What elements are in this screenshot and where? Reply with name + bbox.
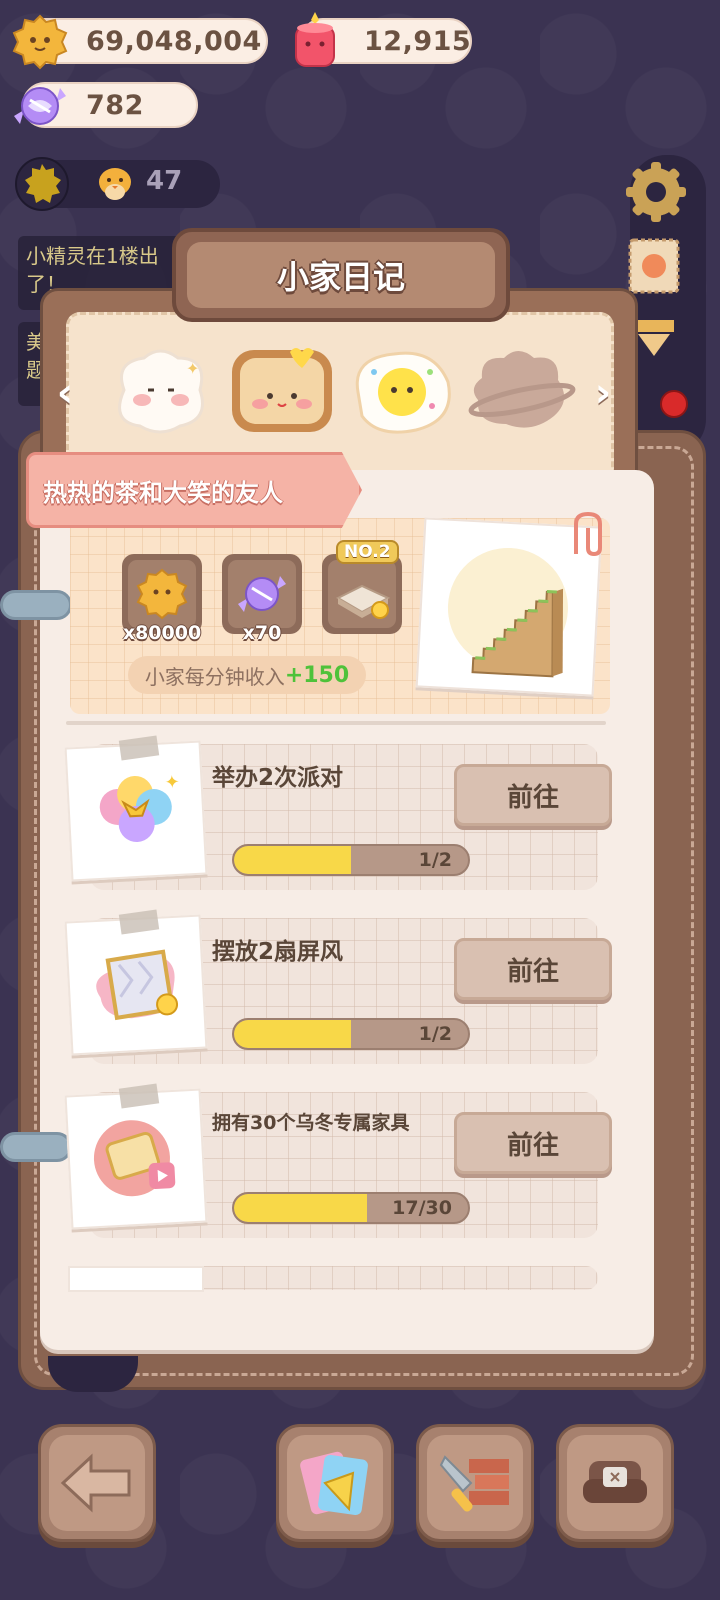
- income-label: 小家每分钟收入: [144, 664, 285, 689]
- reward-item-floor[interactable]: NO.2: [322, 540, 402, 634]
- chapter-title-ribbon: 热热的茶和大笑的友人: [26, 452, 362, 528]
- reward-slot-inner: [128, 560, 196, 628]
- speech-bubble: [48, 1356, 138, 1392]
- next-page-button[interactable]: ›: [588, 370, 618, 416]
- coin-amount: 69,048,004: [86, 25, 262, 57]
- task-progress-text: 1/2: [418, 849, 452, 871]
- sun-badge-icon: [15, 157, 69, 211]
- back-arrow-icon: [60, 1453, 131, 1513]
- reward-slot: [322, 554, 402, 634]
- task-name: 摆放2扇屏风: [212, 939, 344, 965]
- task-name: 举办2次派对: [212, 765, 344, 791]
- folding-screen-icon: [96, 949, 179, 1021]
- floor-tile-icon: [335, 584, 391, 619]
- floor-number-badge: NO.2: [336, 540, 399, 564]
- heart-amount: 12,915: [364, 25, 472, 57]
- character-locked-icon[interactable]: [462, 338, 576, 438]
- task-photo: [68, 1266, 204, 1292]
- reward-slot-inner: [228, 560, 296, 628]
- reward-slot-inner: [328, 560, 396, 628]
- task-name: 拥有30个乌冬专属家具: [212, 1112, 410, 1134]
- chapter-title: 热热的茶和大笑的友人: [43, 478, 283, 507]
- cookie-coin-icon: [12, 14, 68, 70]
- task-progress-bar: 1/2: [232, 844, 470, 876]
- prev-page-button[interactable]: ‹: [50, 370, 80, 416]
- fairy-icon: [99, 168, 131, 200]
- go-button-label: 前往: [506, 1130, 559, 1161]
- task-progress-text: 17/30: [392, 1197, 452, 1219]
- task-progress-fill: [234, 1020, 351, 1048]
- gear-icon[interactable]: [622, 158, 690, 226]
- chevron-right-icon: ›: [594, 370, 612, 416]
- candy-icon: [238, 576, 286, 612]
- back-button-inner: [49, 1435, 145, 1531]
- task-photo: [64, 1088, 208, 1230]
- build-button[interactable]: [416, 1424, 534, 1542]
- album-button-inner: [287, 1435, 383, 1531]
- back-button[interactable]: [38, 1424, 156, 1542]
- reward-quantity: x80000: [122, 622, 202, 644]
- task-progress-fill: [234, 1194, 367, 1222]
- character-fried-egg-icon[interactable]: [344, 342, 458, 438]
- task-progress-fill: [234, 846, 351, 874]
- stamp-icon[interactable]: [626, 236, 682, 296]
- build-tools-icon: [439, 1455, 509, 1512]
- candy-icon: [14, 87, 66, 125]
- binder-ring: [0, 590, 72, 620]
- income-bonus-pill: 小家每分钟收入 +150: [128, 656, 366, 694]
- diary-page-bottom: [40, 1292, 654, 1322]
- photo-cards-icon: [300, 1451, 368, 1516]
- candle-jar-icon: [295, 12, 335, 67]
- go-button[interactable]: 前往: [454, 1112, 612, 1174]
- svg-text:✦: ✦: [164, 772, 180, 794]
- fairy-count: 47: [146, 166, 183, 196]
- svg-text:✦: ✦: [186, 359, 199, 378]
- task-progress-text: 1/2: [418, 1023, 452, 1045]
- furniture-button[interactable]: [556, 1424, 674, 1542]
- party-balloon-icon: ✦: [99, 772, 180, 842]
- go-button-label: 前往: [506, 782, 559, 813]
- build-button-inner: [427, 1435, 523, 1531]
- cookie-coin-icon: [136, 568, 188, 620]
- reward-item-candy[interactable]: x70: [222, 554, 302, 644]
- task-progress-bar: 1/2: [232, 1018, 470, 1050]
- candy-amount: 782: [86, 89, 144, 121]
- binder-ring: [0, 1132, 72, 1162]
- paperclip-icon: [574, 511, 602, 557]
- section-divider: [66, 721, 606, 725]
- character-rice-ball-icon[interactable]: ✦: [104, 340, 216, 440]
- notification-dot: [660, 390, 688, 418]
- album-button[interactable]: [276, 1424, 394, 1542]
- character-toast-icon[interactable]: [226, 342, 338, 438]
- exclusive-furniture-icon: [93, 1120, 176, 1197]
- task-photo: ✦: [64, 740, 208, 882]
- diary-title-inner: 小家日记: [187, 242, 495, 308]
- task-photo: [64, 914, 208, 1056]
- page-title: 小家日记: [276, 258, 405, 296]
- go-button[interactable]: 前往: [454, 938, 612, 1000]
- chevron-left-icon: ‹: [56, 370, 74, 416]
- go-button-label: 前往: [506, 956, 559, 987]
- task-progress-bar: 17/30: [232, 1192, 470, 1224]
- go-button[interactable]: 前往: [454, 764, 612, 826]
- reward-item-coins[interactable]: x80000: [122, 554, 202, 644]
- diary-title-plate: 小家日记: [172, 228, 510, 322]
- income-bonus-value: +150: [284, 662, 350, 688]
- furniture-button-inner: [567, 1435, 663, 1531]
- sofa-icon: [583, 1461, 647, 1503]
